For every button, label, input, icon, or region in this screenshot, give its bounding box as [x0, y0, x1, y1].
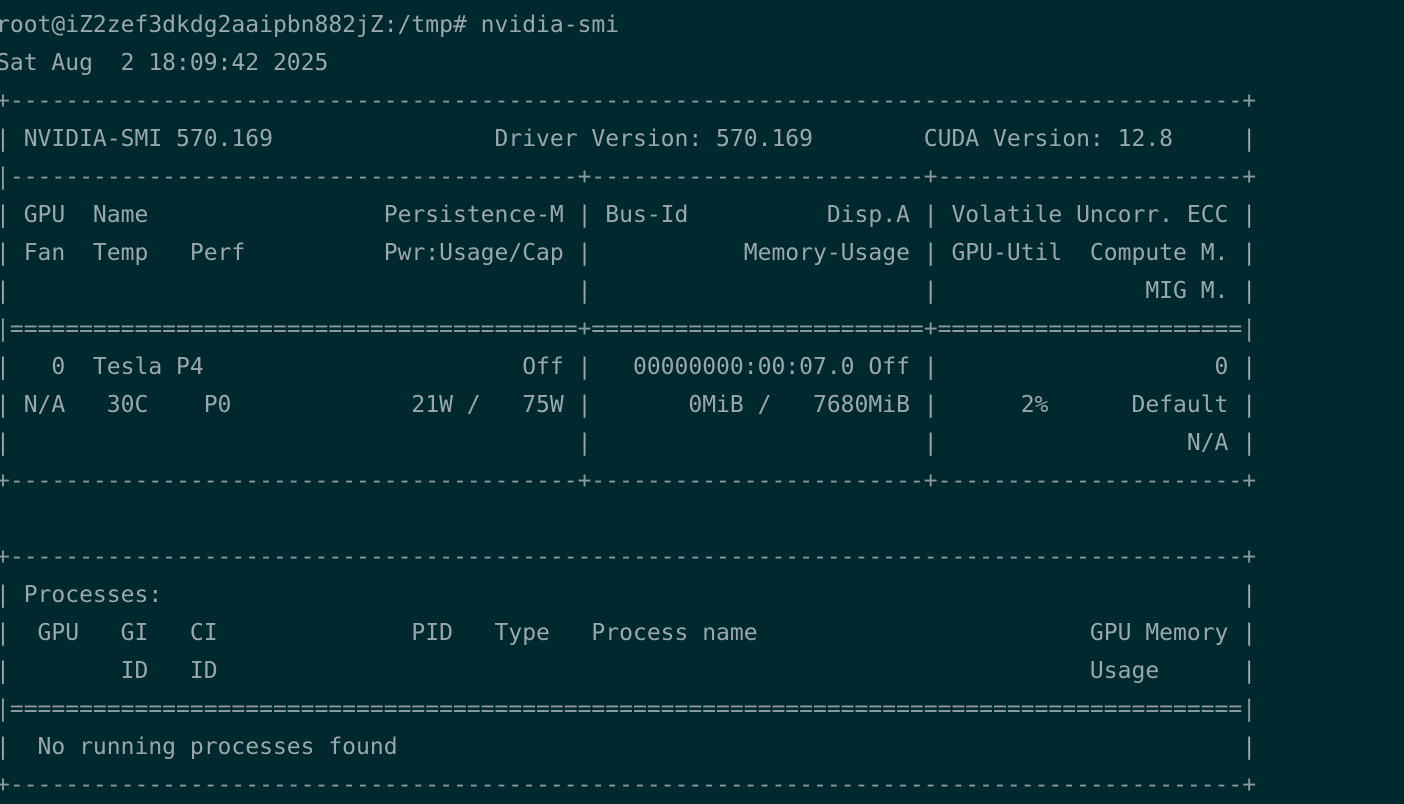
processes-border-bottom: +---------------------------------------…	[0, 772, 1257, 798]
gpu-header-row: | GPU Name Persistence-M | Bus-Id Disp.A…	[0, 202, 1257, 228]
version-row: | NVIDIA-SMI 570.169 Driver Version: 570…	[0, 126, 1257, 152]
table-border-bottom: +---------------------------------------…	[0, 468, 1257, 494]
gpu-data-row: | | | N/A |	[0, 430, 1257, 456]
processes-title: | Processes: |	[0, 582, 1257, 608]
processes-header-separator: |=======================================…	[0, 696, 1257, 722]
gpu-data-row: | N/A 30C P0 21W / 75W | 0MiB / 7680MiB …	[0, 392, 1257, 418]
table-border-top: +---------------------------------------…	[0, 88, 1257, 114]
gpu-header-row: | Fan Temp Perf Pwr:Usage/Cap | Memory-U…	[0, 240, 1257, 266]
table-divider: |---------------------------------------…	[0, 164, 1257, 190]
command-prompt: root@iZ2zef3dkdg2aaipbn882jZ:/tmp# nvidi…	[0, 12, 620, 38]
processes-header-row: | GPU GI CI PID Type Process name GPU Me…	[0, 620, 1257, 646]
timestamp: Sat Aug 2 18:09:42 2025	[0, 50, 329, 76]
blank-line	[0, 500, 1404, 538]
terminal-window[interactable]: root@iZ2zef3dkdg2aaipbn882jZ:/tmp# nvidi…	[0, 6, 1404, 804]
table-header-separator: |=======================================…	[0, 316, 1257, 342]
gpu-data-row: | 0 Tesla P4 Off | 00000000:00:07.0 Off …	[0, 354, 1257, 380]
gpu-header-row: | | | MIG M. |	[0, 278, 1257, 304]
processes-border-top: +---------------------------------------…	[0, 544, 1257, 570]
processes-header-row: | ID ID Usage |	[0, 658, 1257, 684]
processes-empty-message: | No running processes found |	[0, 734, 1257, 760]
